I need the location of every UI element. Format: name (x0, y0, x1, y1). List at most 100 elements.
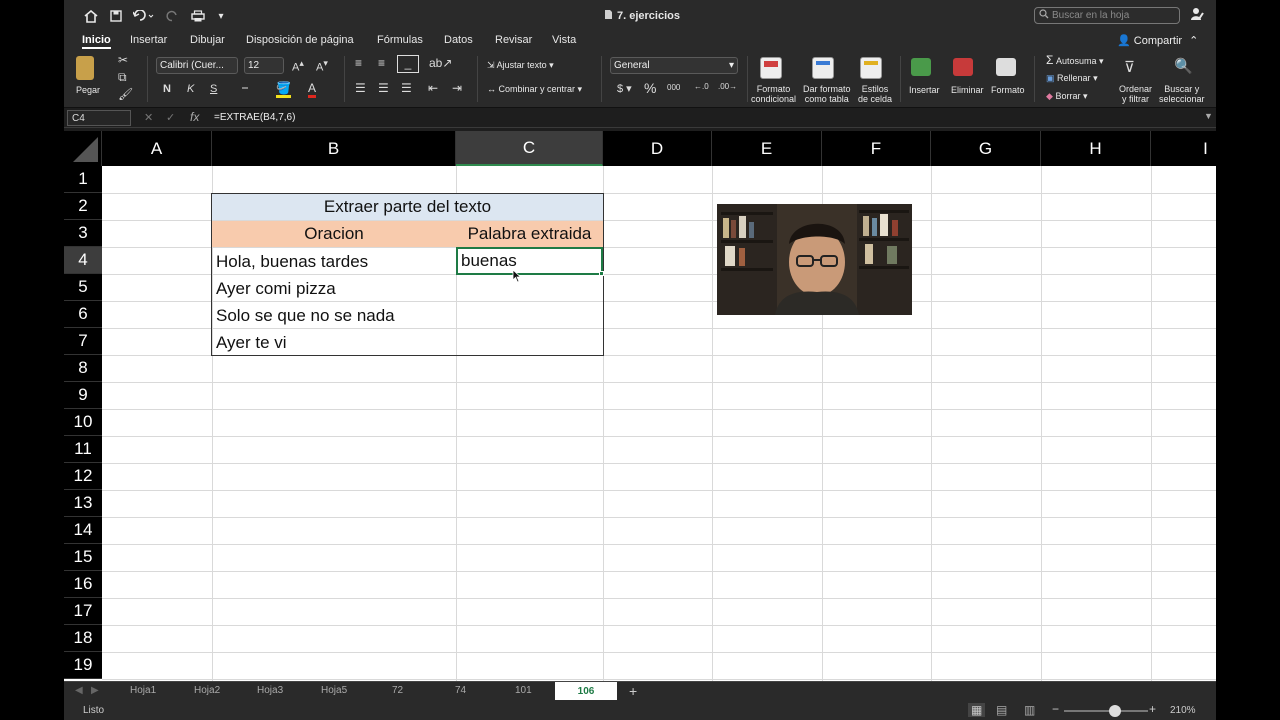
sort-filter-button[interactable]: Ordenar y filtrar (1119, 84, 1152, 104)
zoom-in-icon[interactable]: + (1149, 702, 1156, 716)
home-icon[interactable] (82, 7, 100, 25)
number-format-select[interactable]: General ▾ (610, 57, 738, 74)
fill-button[interactable]: ▣ Rellenar ▾ (1046, 73, 1098, 83)
tab-revisar[interactable]: Revisar (495, 34, 532, 46)
tab-insertar[interactable]: Insertar (130, 34, 167, 46)
row-header-17[interactable]: 17 (64, 598, 102, 625)
wrap-text-button[interactable]: ⇲ Ajustar texto ▾ (487, 60, 554, 70)
align-bottom-icon[interactable]: _ (397, 55, 419, 73)
delete-cells-icon[interactable] (953, 58, 973, 76)
row-header-7[interactable]: 7 (64, 328, 102, 355)
name-box[interactable]: C4 (67, 110, 131, 126)
decrease-decimal-icon[interactable]: .00→ (718, 82, 737, 91)
row-header-8[interactable]: 8 (64, 355, 102, 382)
row-header-5[interactable]: 5 (64, 274, 102, 301)
align-top-icon[interactable]: ≡ (355, 56, 362, 70)
tab-dibujar[interactable]: Dibujar (190, 34, 225, 46)
paste-icon[interactable] (76, 56, 94, 80)
row-header-1[interactable]: 1 (64, 166, 102, 193)
next-sheet-icon[interactable]: ▶ (91, 685, 99, 696)
zoom-level[interactable]: 210% (1170, 705, 1196, 716)
column-header-d[interactable]: D (603, 131, 712, 166)
cell-b5[interactable]: Ayer comi pizza (216, 275, 454, 302)
decrease-font-icon[interactable]: A▾ (316, 58, 328, 74)
align-center-icon[interactable]: ☰ (378, 81, 389, 95)
row-header-14[interactable]: 14 (64, 517, 102, 544)
selected-cell-c4[interactable]: buenas (456, 247, 603, 275)
cell-styles-icon[interactable] (860, 57, 882, 79)
increase-font-icon[interactable]: A▴ (292, 58, 304, 74)
sort-filter-icon[interactable]: ⊽ (1124, 58, 1135, 76)
italic-icon[interactable]: K (187, 83, 194, 95)
find-select-button[interactable]: Buscar y seleccionar (1159, 84, 1205, 104)
font-name-select[interactable]: Calibri (Cuer... (156, 57, 238, 74)
font-size-select[interactable]: 12 (244, 57, 284, 74)
expand-formula-icon[interactable]: ▼ (1204, 111, 1213, 121)
find-select-icon[interactable]: 🔍 (1174, 57, 1193, 75)
percent-icon[interactable]: % (644, 80, 656, 96)
column-header-g[interactable]: G (931, 131, 1041, 166)
row-header-3[interactable]: 3 (64, 220, 102, 247)
increase-indent-icon[interactable]: ⇥ (452, 81, 462, 95)
cancel-icon[interactable]: ✕ (144, 111, 153, 124)
orientation-icon[interactable]: ab↗ (429, 56, 452, 70)
tab-formulas[interactable]: Fórmulas (377, 34, 423, 46)
currency-icon[interactable]: $ ▾ (617, 82, 632, 95)
select-all-corner[interactable] (64, 131, 102, 166)
sheet-tab-106[interactable]: 106 (555, 682, 617, 701)
column-header-f[interactable]: F (822, 131, 931, 166)
column-header-c[interactable]: C (456, 131, 603, 166)
column-header-e[interactable]: E (712, 131, 822, 166)
row-header-15[interactable]: 15 (64, 544, 102, 571)
page-break-icon[interactable]: ▥ (1024, 703, 1035, 717)
cell-b4[interactable]: Hola, buenas tardes (216, 248, 454, 275)
share-button[interactable]: 👤 Compartir ⌃ (1117, 34, 1198, 47)
insert-cells-label[interactable]: Insertar (909, 85, 940, 95)
undo-icon[interactable] (131, 7, 157, 25)
row-header-12[interactable]: 12 (64, 463, 102, 490)
sheet-tab-hoja3[interactable]: Hoja3 (257, 685, 283, 696)
column-header-i[interactable]: I (1151, 131, 1216, 166)
row-header-18[interactable]: 18 (64, 625, 102, 652)
column-header-b[interactable]: B (212, 131, 456, 166)
conditional-format-button[interactable]: Formato condicional (751, 84, 796, 104)
increase-decimal-icon[interactable]: ←.0 (694, 82, 709, 91)
tab-inicio[interactable]: Inicio (82, 34, 111, 49)
user-edit-icon[interactable] (1190, 7, 1204, 24)
column-header-a[interactable]: A (102, 131, 212, 166)
merge-center-button[interactable]: ↔ Combinar y centrar ▾ (487, 84, 582, 94)
row-header-13[interactable]: 13 (64, 490, 102, 517)
customize-toolbar-icon[interactable]: ▾ (214, 7, 228, 25)
sheet-tab-74[interactable]: 74 (455, 685, 466, 696)
zoom-out-icon[interactable]: − (1052, 702, 1059, 716)
cell-b6[interactable]: Solo se que no se nada (216, 302, 454, 329)
sheet-tab-hoja5[interactable]: Hoja5 (321, 685, 347, 696)
cell-styles-button[interactable]: Estilos de celda (858, 84, 892, 104)
copy-icon[interactable]: ⧉ (118, 70, 127, 85)
autosum-button[interactable]: Σ Autosuma ▾ (1046, 54, 1104, 66)
row-header-2[interactable]: 2 (64, 193, 102, 220)
save-icon[interactable] (107, 7, 125, 25)
row-header-4[interactable]: 4 (64, 247, 102, 274)
worksheet-grid[interactable]: A B C D E F G H I 1 2 3 4 5 6 7 8 9 10 1… (64, 131, 1216, 681)
tab-vista[interactable]: Vista (552, 34, 576, 46)
table-title-cell[interactable]: Extraer parte del texto (212, 194, 603, 220)
normal-view-icon[interactable]: ▦ (968, 703, 986, 717)
align-right-icon[interactable]: ☰ (401, 81, 412, 95)
tab-datos[interactable]: Datos (444, 34, 473, 46)
underline-icon[interactable]: S (210, 83, 217, 95)
collapse-ribbon-icon[interactable]: ⌃ (1189, 35, 1198, 47)
row-header-16[interactable]: 16 (64, 571, 102, 598)
clear-button[interactable]: ◆ Borrar ▾ (1046, 91, 1087, 101)
confirm-icon[interactable]: ✓ (166, 111, 175, 124)
delete-cells-label[interactable]: Eliminar (951, 85, 984, 95)
format-cells-icon[interactable] (996, 58, 1016, 76)
row-header-11[interactable]: 11 (64, 436, 102, 463)
cut-icon[interactable]: ✂ (118, 53, 128, 67)
font-color-icon[interactable]: A (308, 81, 317, 98)
paste-label[interactable]: Pegar (76, 85, 100, 95)
page-layout-icon[interactable]: ▤ (996, 703, 1007, 717)
row-header-10[interactable]: 10 (64, 409, 102, 436)
formula-input[interactable]: =EXTRAE(B4,7,6) (214, 112, 295, 123)
redo-icon[interactable] (164, 7, 180, 25)
